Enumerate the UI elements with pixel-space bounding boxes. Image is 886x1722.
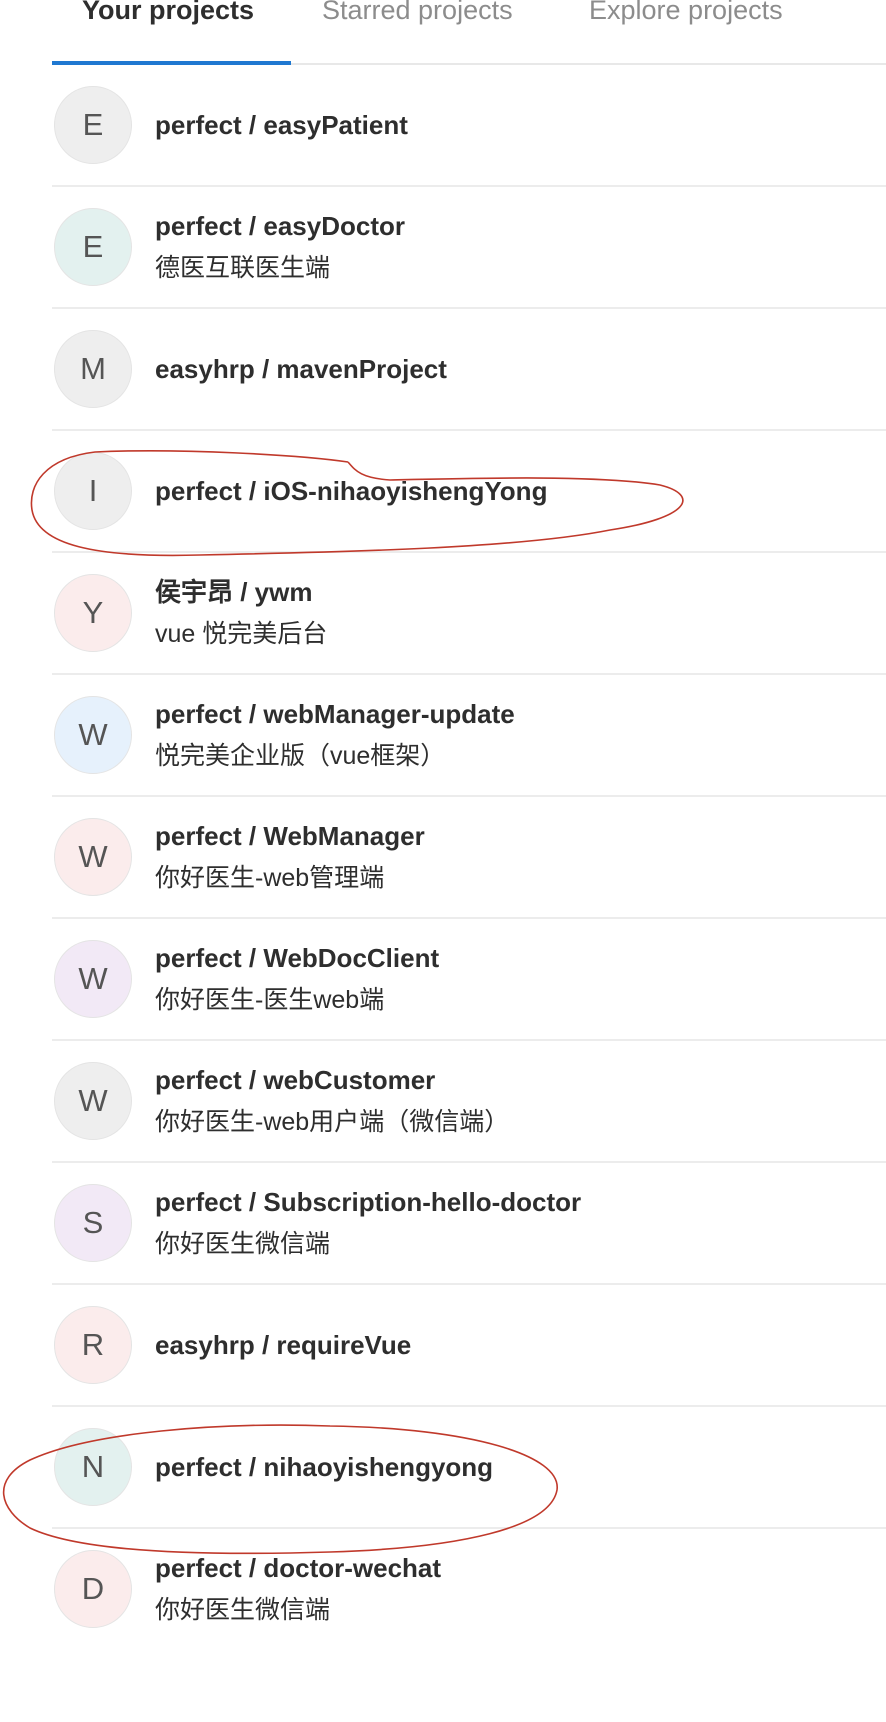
project-list: E perfect / easyPatient E perfect / easy… [52, 65, 886, 1651]
project-row-easydoctor[interactable]: E perfect / easyDoctor 德医互联医生端 [52, 187, 886, 309]
tab-explore-projects[interactable]: Explore projects [589, 0, 783, 28]
project-info: easyhrp / mavenProject [155, 309, 886, 429]
project-info: perfect / doctor-wechat 你好医生微信端 [155, 1529, 886, 1649]
project-avatar: E [54, 208, 132, 286]
project-description: vue 悦完美后台 [155, 620, 328, 648]
project-description: 你好医生微信端 [155, 1596, 331, 1624]
project-avatar: W [54, 818, 132, 896]
project-avatar: W [54, 1062, 132, 1140]
project-row-webmanager-update[interactable]: W perfect / webManager-update 悦完美企业版（vue… [52, 675, 886, 797]
project-info: perfect / WebDocClient 你好医生-医生web端 [155, 919, 886, 1039]
project-title-link[interactable]: perfect / iOS-nihaoyishengYong [155, 472, 886, 510]
project-row-webmanager[interactable]: W perfect / WebManager 你好医生-web管理端 [52, 797, 886, 919]
project-row-subscription-hello-doctor[interactable]: S perfect / Subscription-hello-doctor 你好… [52, 1163, 886, 1285]
project-info: perfect / Subscription-hello-doctor 你好医生… [155, 1163, 886, 1283]
tab-your-projects[interactable]: Your projects [82, 0, 254, 28]
project-row-ios-nihaoyishengyong[interactable]: I perfect / iOS-nihaoyishengYong [52, 431, 886, 553]
project-description: 你好医生-医生web端 [155, 986, 385, 1014]
project-description: 悦完美企业版（vue框架） [155, 742, 446, 770]
project-info: easyhrp / requireVue [155, 1285, 886, 1405]
project-title-link[interactable]: perfect / webManager-update [155, 695, 886, 733]
project-title-link[interactable]: perfect / doctor-wechat [155, 1549, 886, 1587]
project-avatar: M [54, 330, 132, 408]
project-info: perfect / nihaoyishengyong [155, 1407, 886, 1527]
project-info: perfect / easyDoctor 德医互联医生端 [155, 187, 886, 307]
project-info: perfect / webManager-update 悦完美企业版（vue框架… [155, 675, 886, 795]
project-row-mavenproject[interactable]: M easyhrp / mavenProject [52, 309, 886, 431]
project-avatar: S [54, 1184, 132, 1262]
project-avatar: I [54, 452, 132, 530]
project-avatar: W [54, 940, 132, 1018]
tab-starred-projects[interactable]: Starred projects [322, 0, 513, 28]
project-title-link[interactable]: perfect / nihaoyishengyong [155, 1448, 886, 1486]
project-title-link[interactable]: perfect / webCustomer [155, 1061, 886, 1099]
project-description: 你好医生-web管理端 [155, 864, 385, 892]
project-title-link[interactable]: perfect / Subscription-hello-doctor [155, 1183, 886, 1221]
project-avatar: R [54, 1306, 132, 1384]
project-row-webcustomer[interactable]: W perfect / webCustomer 你好医生-web用户端（微信端） [52, 1041, 886, 1163]
project-info: perfect / webCustomer 你好医生-web用户端（微信端） [155, 1041, 886, 1161]
project-info: perfect / WebManager 你好医生-web管理端 [155, 797, 886, 917]
project-avatar: W [54, 696, 132, 774]
project-title-link[interactable]: 侯宇昂 / ywm [155, 573, 886, 611]
project-description: 德医互联医生端 [155, 254, 331, 282]
project-avatar: D [54, 1550, 132, 1628]
project-description: 你好医生微信端 [155, 1230, 331, 1258]
project-description: 你好医生-web用户端（微信端） [155, 1108, 510, 1136]
project-info: 侯宇昂 / ywm vue 悦完美后台 [155, 553, 886, 673]
project-title-link[interactable]: perfect / WebManager [155, 817, 886, 855]
project-info: perfect / easyPatient [155, 65, 886, 185]
project-row-easypatient[interactable]: E perfect / easyPatient [52, 65, 886, 187]
project-row-requirevue[interactable]: R easyhrp / requireVue [52, 1285, 886, 1407]
project-title-link[interactable]: easyhrp / mavenProject [155, 350, 886, 388]
project-tabs: Your projects Starred projects Explore p… [52, 0, 886, 65]
project-title-link[interactable]: perfect / WebDocClient [155, 939, 886, 977]
project-info: perfect / iOS-nihaoyishengYong [155, 431, 886, 551]
project-avatar: E [54, 86, 132, 164]
project-avatar: N [54, 1428, 132, 1506]
project-row-webdocclient[interactable]: W perfect / WebDocClient 你好医生-医生web端 [52, 919, 886, 1041]
project-title-link[interactable]: perfect / easyDoctor [155, 207, 886, 245]
project-title-link[interactable]: easyhrp / requireVue [155, 1326, 886, 1364]
project-title-link[interactable]: perfect / easyPatient [155, 106, 886, 144]
project-avatar: Y [54, 574, 132, 652]
project-row-ywm[interactable]: Y 侯宇昂 / ywm vue 悦完美后台 [52, 553, 886, 675]
project-row-doctor-wechat[interactable]: D perfect / doctor-wechat 你好医生微信端 [52, 1529, 886, 1651]
project-row-nihaoyishengyong[interactable]: N perfect / nihaoyishengyong [52, 1407, 886, 1529]
